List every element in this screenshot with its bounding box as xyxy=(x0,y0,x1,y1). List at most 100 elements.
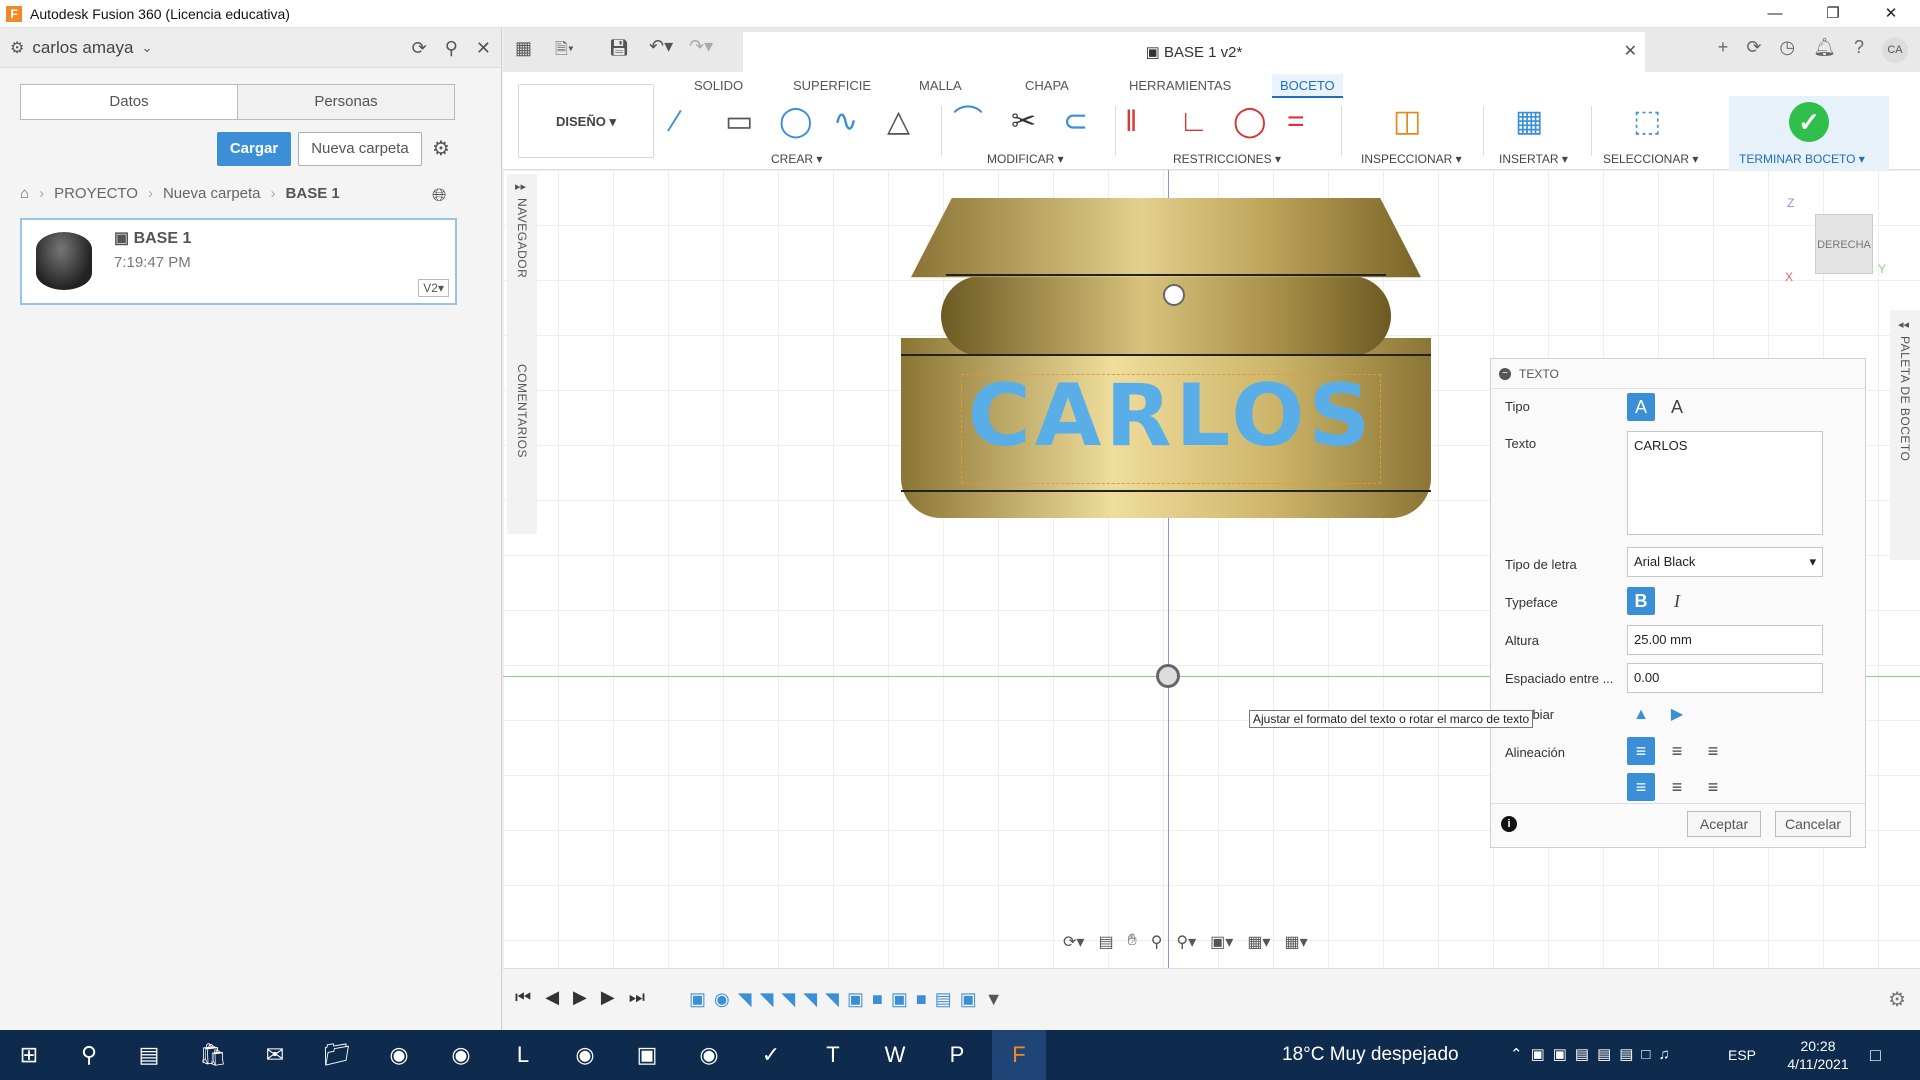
task-view-icon[interactable]: ▤ xyxy=(122,1030,176,1080)
fillet-feature-icon[interactable]: ◥ xyxy=(803,989,817,1010)
pattern-feature-icon[interactable]: ▤ xyxy=(935,989,952,1010)
trim-scissors-icon[interactable]: ✂ xyxy=(1011,102,1036,142)
chevron-down-icon[interactable]: ⌄ xyxy=(141,40,152,56)
sticky-notes-icon[interactable]: ▣ xyxy=(620,1030,674,1080)
start-button-icon[interactable]: ⊞ xyxy=(2,1030,56,1080)
zoom-icon[interactable]: ⚲ xyxy=(1151,932,1163,952)
teams-icon[interactable]: T xyxy=(806,1030,860,1080)
undo-icon[interactable]: ↶▾ xyxy=(649,36,673,57)
search-icon[interactable]: ⚲ xyxy=(62,1030,116,1080)
launcher-icon[interactable]: L xyxy=(496,1030,550,1080)
fillet-feature-icon[interactable]: ◥ xyxy=(738,989,752,1010)
tangent-icon[interactable]: ◯ xyxy=(1233,102,1267,142)
gear-icon[interactable]: ⚙ xyxy=(432,136,450,161)
spotify-icon[interactable]: ◉ xyxy=(434,1030,488,1080)
flip-horizontal-icon[interactable]: ▶ xyxy=(1663,701,1691,729)
align-top-icon[interactable]: ≡ xyxy=(1627,773,1655,801)
weather-widget[interactable]: 18°C Muy despejado xyxy=(1282,1030,1459,1080)
apps-grid-icon[interactable]: ▦ xyxy=(515,38,532,59)
notification-center-icon[interactable]: □ xyxy=(1870,1030,1881,1080)
text-type-path-icon[interactable]: A xyxy=(1663,393,1691,421)
powerpoint-icon[interactable]: P xyxy=(930,1030,984,1080)
group-restricciones[interactable]: RESTRICCIONES ▾ xyxy=(1173,152,1281,166)
close-tab-icon[interactable]: ✕ xyxy=(1624,41,1637,61)
home-icon[interactable]: ⌂ xyxy=(20,185,29,202)
tab-chapa[interactable]: CHAPA xyxy=(1017,74,1077,98)
workspace-dropdown[interactable]: DISEÑO ▾ xyxy=(518,84,654,158)
steam-icon[interactable]: ◉ xyxy=(558,1030,612,1080)
extrude-feature-icon[interactable]: ■ xyxy=(872,989,883,1010)
expand-palette-icon[interactable]: ◂◂ xyxy=(1898,318,1909,331)
sketch-palette-label[interactable]: PALETA DE BOCETO xyxy=(1898,336,1912,461)
tab-personas[interactable]: Personas xyxy=(237,85,454,119)
spline-tool-icon[interactable]: ∿ xyxy=(833,102,858,142)
timeline-settings-icon[interactable]: ⚙ xyxy=(1888,987,1906,1012)
collapse-icon[interactable]: − xyxy=(1499,368,1511,380)
3d-model[interactable]: CARLOS xyxy=(901,198,1441,550)
horizontal-vertical-icon[interactable]: ‖ xyxy=(1125,102,1137,142)
sketch-text[interactable]: CARLOS xyxy=(961,366,1381,466)
circle-tool-icon[interactable]: ◯ xyxy=(779,102,813,142)
align-left-icon[interactable]: ≡ xyxy=(1627,737,1655,765)
store-icon[interactable]: 🛍︎ xyxy=(186,1030,240,1080)
file-menu-icon[interactable]: 🗎︎▾ xyxy=(555,38,574,65)
grid-settings-icon[interactable]: ▦▾ xyxy=(1247,932,1270,952)
italic-icon[interactable]: I xyxy=(1663,587,1691,615)
group-terminar-boceto[interactable]: TERMINAR BOCETO ▾ xyxy=(1739,152,1865,166)
insert-image-icon[interactable]: ▦ xyxy=(1515,102,1543,142)
select-window-icon[interactable]: ⬚ xyxy=(1633,102,1661,142)
bold-icon[interactable]: B xyxy=(1627,587,1655,615)
upload-button[interactable]: Cargar xyxy=(217,132,291,166)
tab-boceto[interactable]: BOCETO xyxy=(1272,74,1343,98)
fusion-taskbar-icon[interactable]: F xyxy=(992,1030,1046,1080)
play-icon[interactable]: ▶ xyxy=(573,987,587,1008)
orbit-icon[interactable]: ⟳▾ xyxy=(1063,932,1084,952)
refresh-icon[interactable]: ⟳ xyxy=(412,38,427,59)
file-card[interactable]: ▣ BASE 1 7:19:47 PM V2▾ xyxy=(20,218,457,305)
fillet-feature-icon[interactable]: ◥ xyxy=(781,989,795,1010)
flip-vertical-icon[interactable]: ▲ xyxy=(1627,701,1655,729)
spacing-input[interactable]: 0.00 xyxy=(1627,663,1823,693)
last-step-icon[interactable]: ⏭︎ xyxy=(629,987,645,1008)
document-tab[interactable]: ▣ BASE 1 v2* ✕ xyxy=(743,32,1645,72)
group-insertar[interactable]: INSERTAR ▾ xyxy=(1499,152,1568,166)
equal-icon[interactable]: = xyxy=(1287,102,1305,142)
redo-icon[interactable]: ↷▾ xyxy=(689,36,713,57)
info-icon[interactable]: i xyxy=(1501,816,1517,832)
save-icon[interactable]: 💾︎ xyxy=(609,38,629,58)
ok-button[interactable]: Aceptar xyxy=(1687,811,1761,837)
avatar[interactable]: CA xyxy=(1882,37,1908,63)
close-icon[interactable]: ✕ xyxy=(476,38,491,59)
tab-malla[interactable]: MALLA xyxy=(911,74,970,98)
media-app-icon[interactable]: ✓ xyxy=(744,1030,798,1080)
viewcube[interactable]: DERECHA xyxy=(1815,214,1873,274)
mail-icon[interactable]: ✉ xyxy=(248,1030,302,1080)
extensions-icon[interactable]: ⟳ xyxy=(1746,37,1761,63)
tab-datos[interactable]: Datos xyxy=(21,85,237,119)
rectangle-tool-icon[interactable]: ▭ xyxy=(725,102,753,142)
text-type-single-icon[interactable]: A xyxy=(1627,393,1655,421)
breadcrumb-project[interactable]: PROYECTO xyxy=(54,185,138,202)
version-dropdown[interactable]: V2▾ xyxy=(418,279,449,297)
clock[interactable]: 20:28 4/11/2021 xyxy=(1780,1037,1856,1073)
minimize-button[interactable]: — xyxy=(1746,0,1804,28)
prev-step-icon[interactable]: ◀ xyxy=(545,987,559,1008)
job-status-icon[interactable]: ◷ xyxy=(1779,37,1795,63)
expand-icon[interactable]: ▸▸ xyxy=(515,180,526,193)
fillet-feature-icon[interactable]: ◥ xyxy=(760,989,774,1010)
fillet-tool-icon[interactable]: ⌒ xyxy=(953,102,983,142)
globe-icon[interactable]: 🌐︎ xyxy=(432,185,446,206)
system-tray-icons[interactable]: ⌃▣▣▤▤▤□♫ xyxy=(1510,1030,1678,1080)
navigator-label[interactable]: NAVEGADOR xyxy=(515,198,529,278)
align-right-icon[interactable]: ≡ xyxy=(1699,737,1727,765)
text-input[interactable]: CARLOS xyxy=(1627,431,1823,535)
language-indicator[interactable]: ESP xyxy=(1728,1030,1756,1080)
sketch-feature-icon[interactable]: ▣ xyxy=(960,989,977,1010)
mirror-tool-icon[interactable]: △ xyxy=(887,102,910,142)
comments-label[interactable]: COMENTARIOS xyxy=(515,364,529,458)
next-step-icon[interactable]: ▶ xyxy=(601,987,615,1008)
pan-hand-icon[interactable]: ✋︎ xyxy=(1128,932,1137,952)
look-at-icon[interactable]: ▤ xyxy=(1098,932,1113,952)
edge-icon[interactable]: ◉ xyxy=(682,1030,736,1080)
word-icon[interactable]: W xyxy=(868,1030,922,1080)
